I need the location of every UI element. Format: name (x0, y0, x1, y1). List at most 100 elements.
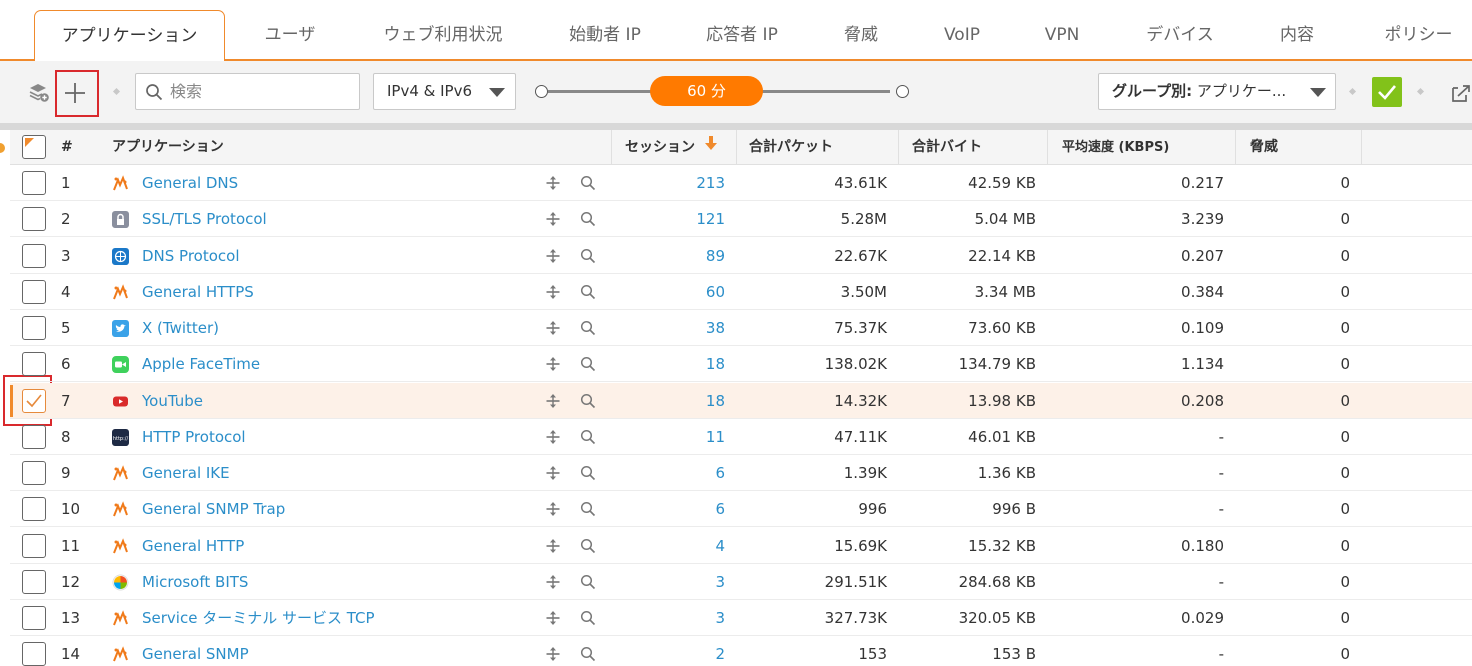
move-icon[interactable] (545, 248, 561, 264)
move-icon[interactable] (545, 393, 561, 409)
move-icon[interactable] (545, 574, 561, 590)
sessions-link[interactable]: 6 (620, 491, 725, 527)
tab-policies[interactable]: ポリシー (1365, 10, 1472, 61)
time-range-pill[interactable]: 60 分 (650, 76, 763, 106)
ip-version-select[interactable]: IPv4 & IPv6 (373, 73, 516, 110)
table-row[interactable]: 11 General HTTP 4 15.69K 15.32 KB 0.180 0 (10, 528, 1472, 564)
search-icon[interactable] (580, 610, 596, 626)
row-checkbox[interactable] (22, 171, 46, 195)
search-icon[interactable] (580, 175, 596, 191)
move-icon[interactable] (545, 320, 561, 336)
search-icon[interactable] (580, 248, 596, 264)
move-icon[interactable] (545, 465, 561, 481)
sessions-link[interactable]: 89 (620, 238, 725, 274)
search-icon[interactable] (580, 465, 596, 481)
move-icon[interactable] (545, 538, 561, 554)
search-box[interactable] (135, 73, 360, 110)
row-checkbox[interactable] (22, 533, 46, 558)
row-checkbox[interactable] (22, 207, 46, 232)
row-checkbox[interactable] (22, 497, 46, 522)
application-link[interactable]: General SNMP Trap (142, 491, 285, 527)
sessions-link[interactable]: 4 (620, 528, 725, 564)
row-checkbox[interactable] (22, 569, 46, 594)
application-link[interactable]: YouTube (142, 383, 203, 419)
export-icon[interactable] (1450, 82, 1472, 104)
header-sessions[interactable]: セッション (625, 130, 718, 165)
row-checkbox[interactable] (22, 316, 46, 340)
search-icon[interactable] (580, 429, 596, 445)
table-row[interactable]: 12 Microsoft BITS 3 291.51K 284.68 KB - 0 (10, 564, 1472, 600)
table-row[interactable]: 3 DNS Protocol 89 22.67K 22.14 KB 0.207 0 (10, 238, 1472, 274)
search-icon[interactable] (580, 320, 596, 336)
search-icon[interactable] (580, 574, 596, 590)
sessions-link[interactable]: 11 (620, 419, 725, 455)
header-bytes[interactable]: 合計バイト (912, 130, 982, 165)
row-checkbox[interactable] (22, 461, 46, 485)
sessions-link[interactable]: 121 (620, 201, 725, 237)
row-checkbox[interactable] (22, 388, 46, 413)
header-threats[interactable]: 脅威 (1250, 130, 1278, 165)
search-input[interactable] (170, 74, 355, 109)
application-link[interactable]: X (Twitter) (142, 310, 219, 346)
tab-vpn[interactable]: VPN (1027, 10, 1097, 61)
tab-threats[interactable]: 脅威 (826, 10, 896, 61)
application-link[interactable]: DNS Protocol (142, 238, 240, 274)
sessions-link[interactable]: 3 (620, 564, 725, 600)
sessions-link[interactable]: 3 (620, 600, 725, 636)
table-row[interactable]: 2 SSL/TLS Protocol 121 5.28M 5.04 MB 3.239 0 (10, 201, 1472, 238)
header-packets[interactable]: 合計パケット (749, 130, 833, 165)
tab-initiator-ip[interactable]: 始動者 IP (549, 10, 661, 61)
header-application[interactable]: アプリケーション (112, 130, 224, 165)
sessions-link[interactable]: 2 (620, 636, 725, 666)
tab-applications[interactable]: アプリケーション (34, 10, 225, 61)
table-row[interactable]: 8 http:// HTTP Protocol 11 47.11K 46.01 KB - 0 (10, 419, 1472, 455)
table-row[interactable]: 14 General SNMP 2 153 153 B - 0 (10, 636, 1472, 666)
row-checkbox[interactable] (22, 279, 46, 304)
search-icon[interactable] (580, 284, 596, 300)
tab-responder-ip[interactable]: 応答者 IP (686, 10, 798, 61)
search-icon[interactable] (580, 393, 596, 409)
table-row[interactable]: 7 YouTube 18 14.32K 13.98 KB 0.208 0 (10, 382, 1472, 419)
move-icon[interactable] (545, 646, 561, 662)
search-icon[interactable] (580, 501, 596, 517)
search-icon[interactable] (580, 538, 596, 554)
search-icon[interactable] (580, 356, 596, 372)
application-link[interactable]: Apple FaceTime (142, 346, 260, 382)
sessions-link[interactable]: 60 (620, 274, 725, 310)
table-row[interactable]: 10 General SNMP Trap 6 996 996 B - 0 (10, 491, 1472, 528)
sessions-link[interactable]: 18 (620, 383, 725, 419)
search-icon[interactable] (580, 211, 596, 227)
table-row[interactable]: 4 General HTTPS 60 3.50M 3.34 MB 0.384 0 (10, 274, 1472, 310)
application-link[interactable]: General DNS (142, 165, 238, 201)
tab-contents[interactable]: 内容 (1262, 10, 1332, 61)
sessions-link[interactable]: 38 (620, 310, 725, 346)
application-link[interactable]: SSL/TLS Protocol (142, 201, 267, 237)
sessions-link[interactable]: 6 (620, 455, 725, 491)
application-link[interactable]: General HTTP (142, 528, 244, 564)
row-checkbox[interactable] (22, 642, 46, 666)
table-row[interactable]: 6 Apple FaceTime 18 138.02K 134.79 KB 1.134 0 (10, 346, 1472, 383)
move-icon[interactable] (545, 175, 561, 191)
slider-end-handle[interactable] (896, 85, 909, 98)
layers-add-icon[interactable] (28, 81, 50, 103)
move-icon[interactable] (545, 501, 561, 517)
application-link[interactable]: General SNMP (142, 636, 249, 666)
row-checkbox[interactable] (22, 606, 46, 630)
header-rate[interactable]: 平均速度 (KBPS) (1062, 130, 1169, 165)
table-row[interactable]: 13 Service ターミナル サービス TCP 3 327.73K 320.05 K… (10, 600, 1472, 637)
table-row[interactable]: 1 General DNS 213 43.61K 42.59 KB 0.217 0 (10, 165, 1472, 202)
tab-devices[interactable]: デバイス (1130, 10, 1230, 61)
move-icon[interactable] (545, 610, 561, 626)
row-checkbox[interactable] (22, 243, 46, 268)
move-icon[interactable] (545, 429, 561, 445)
select-all-checkbox[interactable] (22, 135, 46, 159)
tab-web-activity[interactable]: ウェブ利用状況 (365, 10, 521, 61)
table-row[interactable]: 9 General IKE 6 1.39K 1.36 KB - 0 (10, 455, 1472, 492)
application-link[interactable]: General HTTPS (142, 274, 254, 310)
sessions-link[interactable]: 18 (620, 346, 725, 382)
table-row[interactable]: 5 X (Twitter) 38 75.37K 73.60 KB 0.109 0 (10, 310, 1472, 347)
tab-voip[interactable]: VoIP (927, 10, 997, 61)
search-icon[interactable] (580, 646, 596, 662)
row-checkbox[interactable] (22, 424, 46, 449)
slider-start-handle[interactable] (535, 85, 548, 98)
